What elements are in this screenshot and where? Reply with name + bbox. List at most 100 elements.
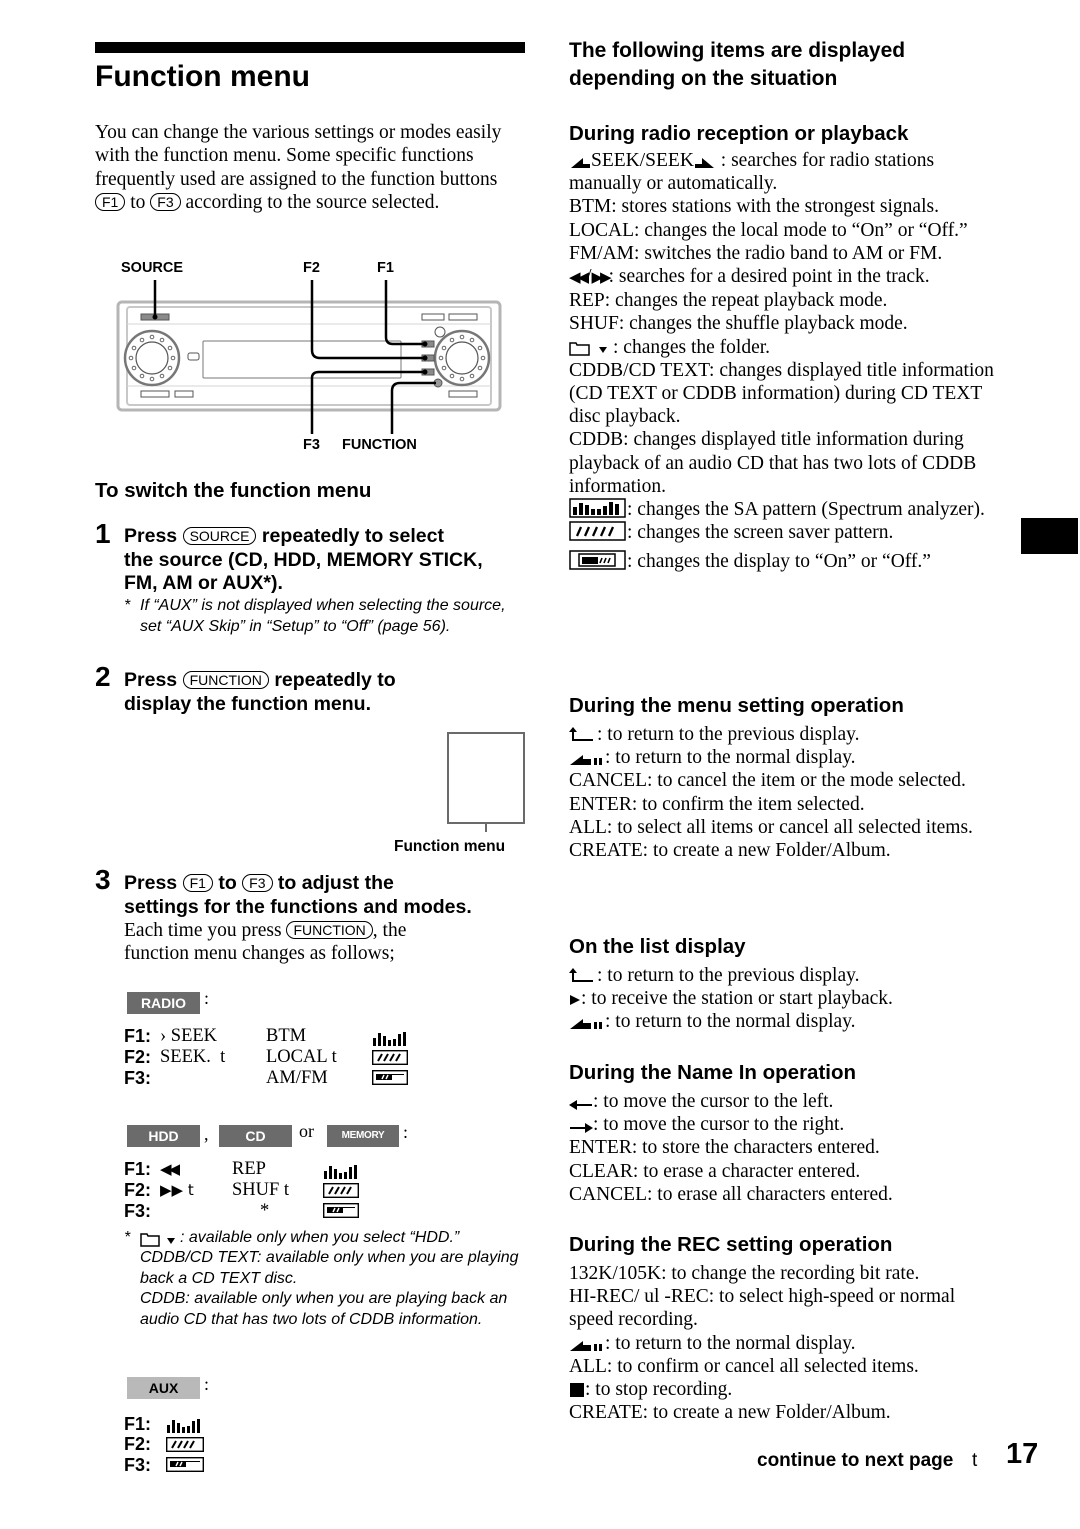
rep-item: REP: changes the repeat playback mode.	[569, 290, 888, 312]
radio-colon: :	[204, 988, 210, 1008]
cursor-right-desc: : to move the cursor to the right.	[593, 1114, 845, 1136]
local-item: LOCAL: changes the local mode to “On” or…	[569, 219, 968, 241]
rewind-icon: ◀◀	[569, 268, 589, 287]
back-desc: : to return to the previous display.	[597, 724, 860, 745]
rec-setting-heading: During the REC setting operation	[569, 1233, 893, 1256]
normal-display-desc: : to return to the normal display.	[605, 747, 856, 769]
disc-footnote-line-1: : available only when you select “HDD.”	[180, 1229, 460, 1246]
step-3-body: Each time you press FUNCTION, the functi…	[124, 919, 534, 966]
section-rule	[95, 42, 525, 53]
seek-label: SEEK/SEEK	[591, 150, 694, 171]
spectrum-analyzer-icon	[569, 498, 626, 518]
search-item: ◀◀/▶▶: searches for a desired point in t…	[569, 265, 999, 289]
page-number: 17	[1006, 1438, 1039, 1470]
display-toggle-desc: : changes the display to “On” or “Off.”	[627, 551, 931, 573]
aux-colon: :	[204, 1374, 210, 1394]
folder-down-icon	[569, 341, 607, 356]
to-word: to	[218, 872, 237, 894]
radio-f2-value-b: LOCAL t	[266, 1047, 337, 1067]
shuf-item: SHUF: changes the shuffle playback mode.	[569, 313, 908, 335]
step-2-text-b: display the function menu.	[124, 692, 372, 715]
continue-next-page: continue to next page	[757, 1450, 954, 1471]
radio-playback-list: SEEK/SEEK : searches for radio stations …	[569, 149, 999, 574]
display-icon	[569, 550, 626, 571]
disc-f1-value-b: REP	[232, 1159, 266, 1179]
source-key-label: SOURCE	[182, 527, 257, 545]
function-menu-caption: Function menu	[394, 838, 506, 855]
step-1-text: Press SOURCE repeatedly to select the so…	[124, 525, 534, 596]
normal-display-desc: : to return to the normal display.	[605, 1011, 856, 1033]
spectrum-analyzer-icon	[373, 1032, 406, 1046]
spectrum-analyzer-icon	[167, 1419, 200, 1433]
step-1-note: If “AUX” is not displayed when selecting…	[140, 597, 506, 635]
disc-footnote-star: *	[124, 1229, 131, 1246]
cddb-item: CDDB: changes displayed title informatio…	[569, 429, 977, 497]
arrow-left-icon	[569, 1100, 592, 1110]
step-1-text-b: the source (CD, HDD, MEMORY STICK,	[124, 548, 483, 571]
head-unit-diagram: SOURCE F2 F1 F3 FUNCTION	[115, 258, 510, 458]
normal-display-item: : to return to the normal display.	[569, 1010, 999, 1033]
search-desc: : searches for a desired point in the tr…	[608, 266, 930, 288]
back-desc: : to return to the previous display.	[597, 965, 860, 986]
btm-item: BTM: stores stations with the strongest …	[569, 196, 939, 218]
seek-item: SEEK/SEEK : searches for radio stations …	[569, 149, 999, 195]
page-title: Function menu	[95, 60, 310, 93]
intro-text-2: according to the source selected.	[185, 191, 440, 213]
menu-setting-list: : to return to the previous display. : t…	[569, 723, 999, 862]
intro-paragraph: You can change the various settings or m…	[95, 121, 525, 214]
disc-f1-key: F1:	[124, 1159, 151, 1179]
cddb-cdtext-item: CDDB/CD TEXT: changes displayed title in…	[569, 359, 994, 428]
radio-playback-heading: During radio reception or playback	[569, 122, 909, 145]
screen-saver-icon	[569, 521, 626, 541]
f1-key-label: F1	[95, 192, 126, 211]
memory-stick-source-badge: MEMORY STICK	[327, 1125, 399, 1163]
normal-display-item: : to return to the normal display.	[569, 746, 999, 769]
play-icon	[570, 995, 580, 1006]
bitrate-item: 132K/105K: to change the recording bit r…	[569, 1263, 920, 1284]
back-item: : to return to the previous display.	[569, 723, 999, 746]
step-1-text-a: repeatedly to select	[261, 525, 444, 547]
head-unit-illustration	[116, 280, 502, 434]
radio-f3-key: F3:	[124, 1068, 151, 1088]
section-tab-marker	[1021, 518, 1078, 554]
disc-f3-value-b: *	[260, 1201, 270, 1221]
cancel-item: CANCEL: to erase all characters entered.	[569, 1183, 893, 1205]
display-icon	[323, 1203, 359, 1218]
rec-setting-list: 132K/105K: to change the recording bit r…	[569, 1262, 999, 1424]
sa-pattern-desc: : changes the SA pattern (Spectrum analy…	[627, 499, 985, 521]
step-3-text: Press F1 to F3 to adjust the settings fo…	[124, 872, 544, 919]
function-menu-display-illustration	[447, 732, 525, 824]
switch-function-menu-heading: To switch the function menu	[95, 479, 372, 502]
screen-saver-icon	[166, 1437, 204, 1452]
step-1-text-c: FM, AM or AUX*).	[124, 572, 283, 594]
folder-item: : changes the folder.	[569, 336, 999, 359]
f3-key-label: F3	[242, 874, 273, 892]
seek-down-icon	[571, 158, 590, 168]
situation-items-heading: The following items are displayed depend…	[569, 39, 906, 90]
radio-f1-value-a: › SEEK	[160, 1026, 218, 1046]
step-3-number: 3	[95, 864, 111, 895]
stop-icon	[570, 1383, 584, 1398]
radio-f2-key: F2:	[124, 1047, 151, 1067]
step-3-body-b: , the	[372, 920, 407, 941]
step-2-text: Press FUNCTION repeatedly to display the…	[124, 669, 534, 716]
enter-item: ENTER: to confirm the item selected.	[569, 793, 865, 815]
seek-up-icon	[694, 158, 714, 168]
disc-footnote-line-2: CDDB/CD TEXT: available only when you ar…	[140, 1249, 519, 1287]
cursor-left-item: : to move the cursor to the left.	[569, 1090, 999, 1113]
fast-forward-icon: ▶▶	[591, 268, 612, 287]
step-3-body-a: Each time you press	[124, 920, 282, 941]
fast-forward-icon: ▶▶ t	[160, 1181, 194, 1199]
f1-key-label: F1	[182, 874, 213, 892]
play-desc: : to receive the station or start playba…	[581, 988, 893, 1010]
continue-arrow-icon: t	[972, 1450, 978, 1471]
disc-colon: :	[403, 1122, 409, 1142]
normal-display-icon	[570, 1340, 602, 1351]
aux-f1-key: F1:	[124, 1414, 151, 1434]
display-icon	[372, 1070, 408, 1085]
folder-desc: : changes the folder.	[613, 336, 771, 358]
function-key-label: FUNCTION	[286, 921, 373, 939]
create-item: CREATE: to create a new Folder/Album.	[569, 1402, 891, 1424]
screen-saver-icon	[372, 1050, 408, 1065]
enter-item: ENTER: to store the characters entered.	[569, 1137, 880, 1159]
